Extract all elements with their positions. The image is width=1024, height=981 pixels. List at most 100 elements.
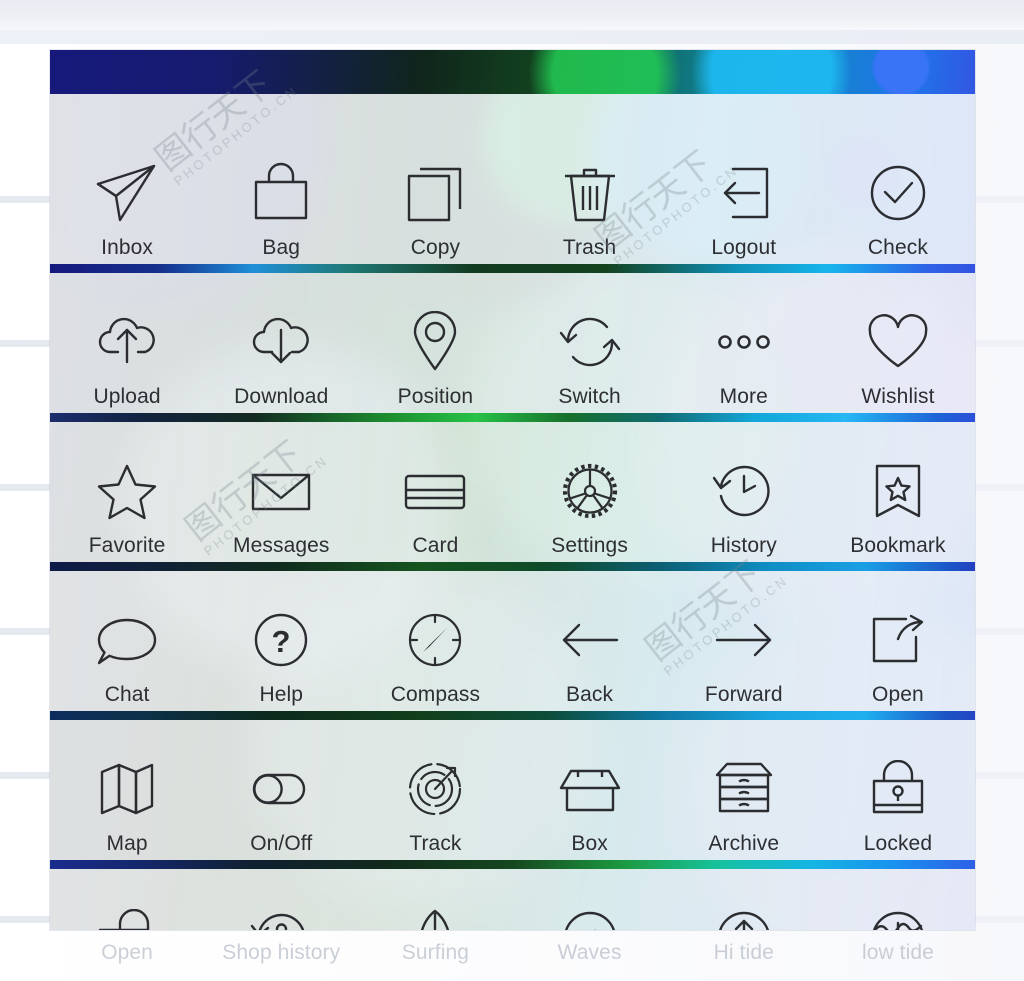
icon-label: Logout xyxy=(711,236,777,259)
surfboard-icon xyxy=(402,902,468,930)
icon-label: More xyxy=(719,385,768,408)
icon-cell-box[interactable]: Box xyxy=(513,714,667,860)
icon-label: Compass xyxy=(390,683,481,706)
bookmark-star-icon xyxy=(865,455,931,527)
icon-cell-track[interactable]: Track xyxy=(358,714,512,860)
echo-label: Waves xyxy=(557,941,622,964)
label-echo-row: Open Shop history Surfing Waves Hi tide … xyxy=(50,930,975,975)
refresh-cycle-icon xyxy=(557,306,623,378)
icon-label: Upload xyxy=(93,385,161,408)
icon-label: Forward xyxy=(704,683,783,706)
logout-arrow-icon xyxy=(711,157,777,229)
credit-card-icon xyxy=(402,455,468,527)
low-tide-icon xyxy=(865,902,931,930)
clock-back-icon xyxy=(711,455,777,527)
icon-label: Back xyxy=(566,683,614,706)
icon-cell-logout[interactable]: Logout xyxy=(667,88,821,264)
icon-cell-surfing[interactable]: Surfing xyxy=(358,863,512,930)
icon-label: Trash xyxy=(562,236,617,259)
icon-cell-upload[interactable]: Upload xyxy=(50,267,204,413)
icon-row-2: Upload Download Position Switch More Wis… xyxy=(50,273,975,413)
icon-cell-more[interactable]: More xyxy=(667,267,821,413)
envelope-icon xyxy=(248,455,314,527)
icon-cell-open-lock[interactable]: Open xyxy=(50,863,204,930)
bag-history-icon xyxy=(248,902,314,930)
echo-cell: Open xyxy=(50,930,204,975)
icon-cell-history[interactable]: History xyxy=(667,416,821,562)
icon-cell-inbox[interactable]: Inbox xyxy=(50,88,204,264)
share-open-icon xyxy=(865,604,931,676)
arrow-left-icon xyxy=(557,604,623,676)
icon-cell-trash[interactable]: Trash xyxy=(513,88,667,264)
speech-bubble-icon xyxy=(94,604,160,676)
icon-cell-card[interactable]: Card xyxy=(358,416,512,562)
icon-cell-waves[interactable]: Waves xyxy=(513,863,667,930)
page-top-band-secondary xyxy=(0,30,1024,44)
icon-cell-wishlist[interactable]: Wishlist xyxy=(821,267,975,413)
icon-cell-chat[interactable]: Chat xyxy=(50,565,204,711)
map-pin-icon xyxy=(402,306,468,378)
icon-label: Settings xyxy=(551,534,628,557)
icon-set-panel: Inbox Bag Copy Trash Logout Check Upload… xyxy=(50,50,975,930)
icon-cell-bookmark[interactable]: Bookmark xyxy=(821,416,975,562)
star-icon xyxy=(94,455,160,527)
icon-row-5: Map On/Off Track Box Archive Locked xyxy=(50,720,975,860)
echo-cell: low tide xyxy=(821,930,975,975)
open-box-icon xyxy=(557,753,623,825)
icon-cell-favorite[interactable]: Favorite xyxy=(50,416,204,562)
page-top-band xyxy=(0,0,1024,30)
icon-cell-onoff[interactable]: On/Off xyxy=(204,714,358,860)
icon-row-1: Inbox Bag Copy Trash Logout Check xyxy=(50,94,975,264)
icon-label: Bag xyxy=(262,236,301,259)
icon-cell-shop-history[interactable]: Shop history xyxy=(204,863,358,930)
icon-label: Map xyxy=(106,832,148,855)
icon-cell-low-tide[interactable]: low tide xyxy=(821,863,975,930)
icon-cell-switch[interactable]: Switch xyxy=(513,267,667,413)
icon-label: Check xyxy=(867,236,928,259)
icon-cell-open-share[interactable]: Open xyxy=(821,565,975,711)
icon-cell-map[interactable]: Map xyxy=(50,714,204,860)
icon-label: Favorite xyxy=(88,534,166,557)
echo-cell: Hi tide xyxy=(667,930,821,975)
echo-label: Shop history xyxy=(222,941,341,964)
echo-cell: Waves xyxy=(513,930,667,975)
three-dots-icon xyxy=(711,306,777,378)
icon-label: Wishlist xyxy=(861,385,935,408)
icon-cell-locked[interactable]: Locked xyxy=(821,714,975,860)
check-circle-icon xyxy=(865,157,931,229)
icon-label: Locked xyxy=(863,832,933,855)
icon-cell-messages[interactable]: Messages xyxy=(204,416,358,562)
archive-drawers-icon xyxy=(711,753,777,825)
high-tide-icon xyxy=(711,902,777,930)
trash-can-icon xyxy=(557,157,623,229)
icon-cell-hi-tide[interactable]: Hi tide xyxy=(667,863,821,930)
icon-label: History xyxy=(710,534,777,557)
icon-label: Inbox xyxy=(101,236,154,259)
icon-label: Bookmark xyxy=(850,534,946,557)
icon-cell-compass[interactable]: Compass xyxy=(358,565,512,711)
svg-text:?: ? xyxy=(272,624,291,659)
icon-cell-copy[interactable]: Copy xyxy=(358,88,512,264)
icon-cell-forward[interactable]: Forward xyxy=(667,565,821,711)
icon-cell-back[interactable]: Back xyxy=(513,565,667,711)
icon-cell-archive[interactable]: Archive xyxy=(667,714,821,860)
copy-pages-icon xyxy=(402,157,468,229)
icon-label: Messages xyxy=(233,534,330,557)
icon-cell-download[interactable]: Download xyxy=(204,267,358,413)
icon-cell-settings[interactable]: Settings xyxy=(513,416,667,562)
icon-cell-help[interactable]: ? Help xyxy=(204,565,358,711)
echo-label: low tide xyxy=(861,941,934,964)
padlock-closed-icon xyxy=(865,753,931,825)
icon-cell-position[interactable]: Position xyxy=(358,267,512,413)
icon-cell-bag[interactable]: Bag xyxy=(204,88,358,264)
icon-cell-check[interactable]: Check xyxy=(821,88,975,264)
waves-circle-icon xyxy=(557,902,623,930)
padlock-open-key-icon xyxy=(94,902,160,930)
icon-label: Chat xyxy=(104,683,150,706)
icon-row-4: Chat ? Help Compass Back Forward Open xyxy=(50,571,975,711)
icon-label: Position xyxy=(397,385,474,408)
shopping-bag-icon xyxy=(248,157,314,229)
icon-label: Copy xyxy=(410,236,461,259)
icon-label: Card xyxy=(412,534,459,557)
echo-cell: Shop history xyxy=(204,930,358,975)
